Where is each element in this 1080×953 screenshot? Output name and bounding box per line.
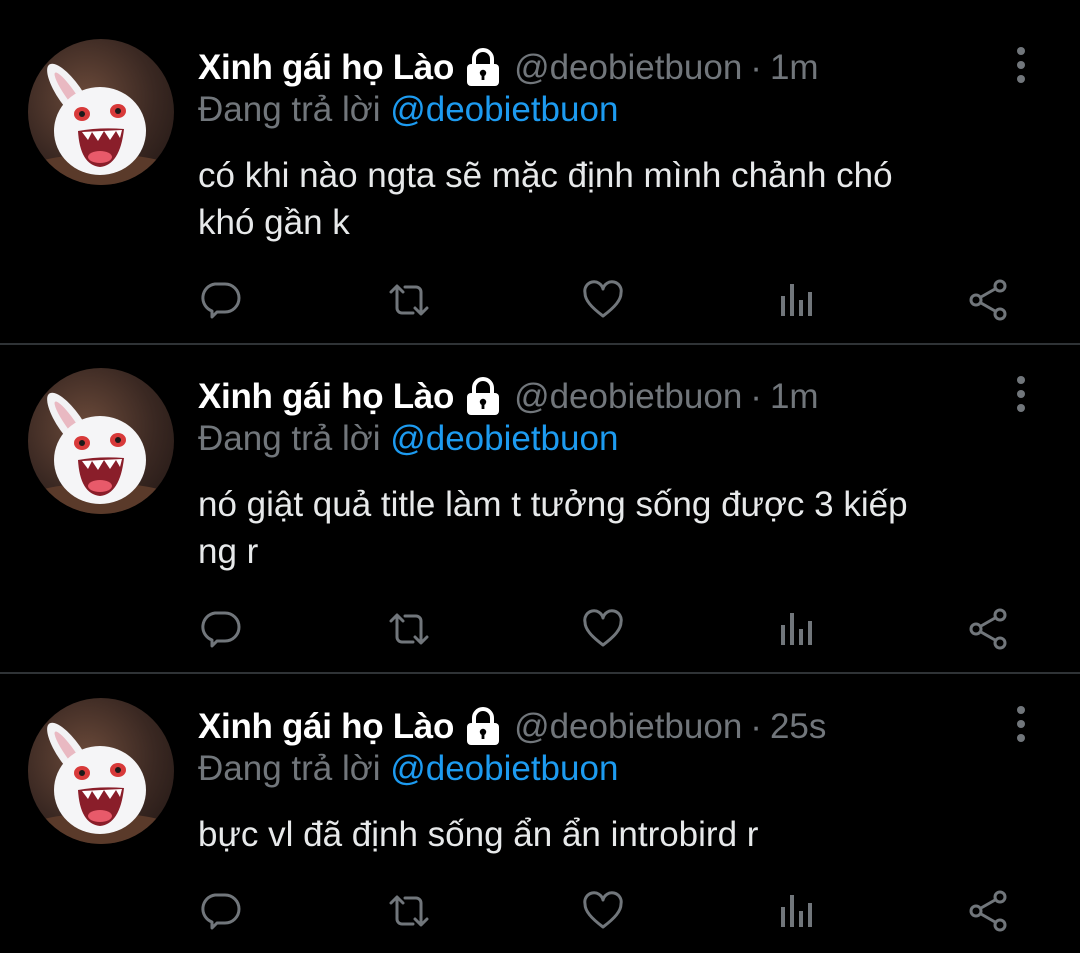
heart-icon[interactable] <box>581 607 625 651</box>
user-handle[interactable]: @deobietbuon <box>514 48 742 88</box>
replying-to: Đang trả lời @deobietbuon <box>198 90 618 130</box>
reply-icon[interactable] <box>199 607 243 651</box>
avatar[interactable] <box>28 368 174 514</box>
lock-icon <box>464 48 502 88</box>
share-icon[interactable] <box>966 607 1010 651</box>
replying-prefix: Đang trả lời <box>198 90 381 129</box>
timestamp[interactable]: 1m <box>770 48 819 88</box>
retweet-icon[interactable] <box>387 278 431 322</box>
more-vertical-icon[interactable] <box>1006 373 1036 417</box>
lock-icon <box>464 377 502 417</box>
replying-to: Đang trả lời @deobietbuon <box>198 419 618 459</box>
display-name[interactable]: Xinh gái họ Lào <box>198 707 454 747</box>
timestamp[interactable]: 1m <box>770 377 819 417</box>
separator-dot: · <box>750 377 762 416</box>
tweet-header: Xinh gái họ Lào @deobietbuon · 1m <box>198 44 819 92</box>
tweet-text: có khi nào ngta sẽ mặc định mình chảnh c… <box>198 156 893 242</box>
more-vertical-icon[interactable] <box>1006 703 1036 747</box>
reply-icon[interactable] <box>199 889 243 933</box>
share-icon[interactable] <box>966 278 1010 322</box>
reply-icon[interactable] <box>199 278 243 322</box>
user-handle[interactable]: @deobietbuon <box>514 377 742 417</box>
replying-prefix: Đang trả lời <box>198 419 381 458</box>
lock-icon <box>464 707 502 747</box>
display-name[interactable]: Xinh gái họ Lào <box>198 48 454 88</box>
separator-dot: · <box>750 48 762 87</box>
action-bar <box>0 607 1080 651</box>
more-vertical-icon[interactable] <box>1006 44 1036 88</box>
action-bar <box>0 278 1080 322</box>
action-bar <box>0 889 1080 933</box>
share-icon[interactable] <box>966 889 1010 933</box>
replying-mention-link[interactable]: @deobietbuon <box>390 90 618 129</box>
heart-icon[interactable] <box>581 889 625 933</box>
tweet-header: Xinh gái họ Lào @deobietbuon · 25s <box>198 703 826 751</box>
replying-mention-link[interactable]: @deobietbuon <box>390 749 618 788</box>
replying-prefix: Đang trả lời <box>198 749 381 788</box>
views-icon[interactable] <box>775 278 819 322</box>
avatar[interactable] <box>28 698 174 844</box>
retweet-icon[interactable] <box>387 607 431 651</box>
avatar[interactable] <box>28 39 174 185</box>
retweet-icon[interactable] <box>387 889 431 933</box>
tweet-text: bực vl đã định sống ẩn ẩn introbird r <box>198 815 759 854</box>
tweet-text: nó giật quả title làm t tưởng sống được … <box>198 485 908 571</box>
separator-dot: · <box>750 707 762 746</box>
tweet[interactable]: Xinh gái họ Lào @deobietbuon · 25s Đang … <box>0 659 1080 953</box>
views-icon[interactable] <box>775 607 819 651</box>
user-handle[interactable]: @deobietbuon <box>514 707 742 747</box>
views-icon[interactable] <box>775 889 819 933</box>
replying-mention-link[interactable]: @deobietbuon <box>390 419 618 458</box>
display-name[interactable]: Xinh gái họ Lào <box>198 377 454 417</box>
tweet[interactable]: Xinh gái họ Lào @deobietbuon · 1m Đang t… <box>0 329 1080 659</box>
tweet-header: Xinh gái họ Lào @deobietbuon · 1m <box>198 373 819 421</box>
heart-icon[interactable] <box>581 278 625 322</box>
timestamp[interactable]: 25s <box>770 707 826 747</box>
tweet[interactable]: Xinh gái họ Lào @deobietbuon · 1m Đang t… <box>0 0 1080 330</box>
replying-to: Đang trả lời @deobietbuon <box>198 749 618 789</box>
